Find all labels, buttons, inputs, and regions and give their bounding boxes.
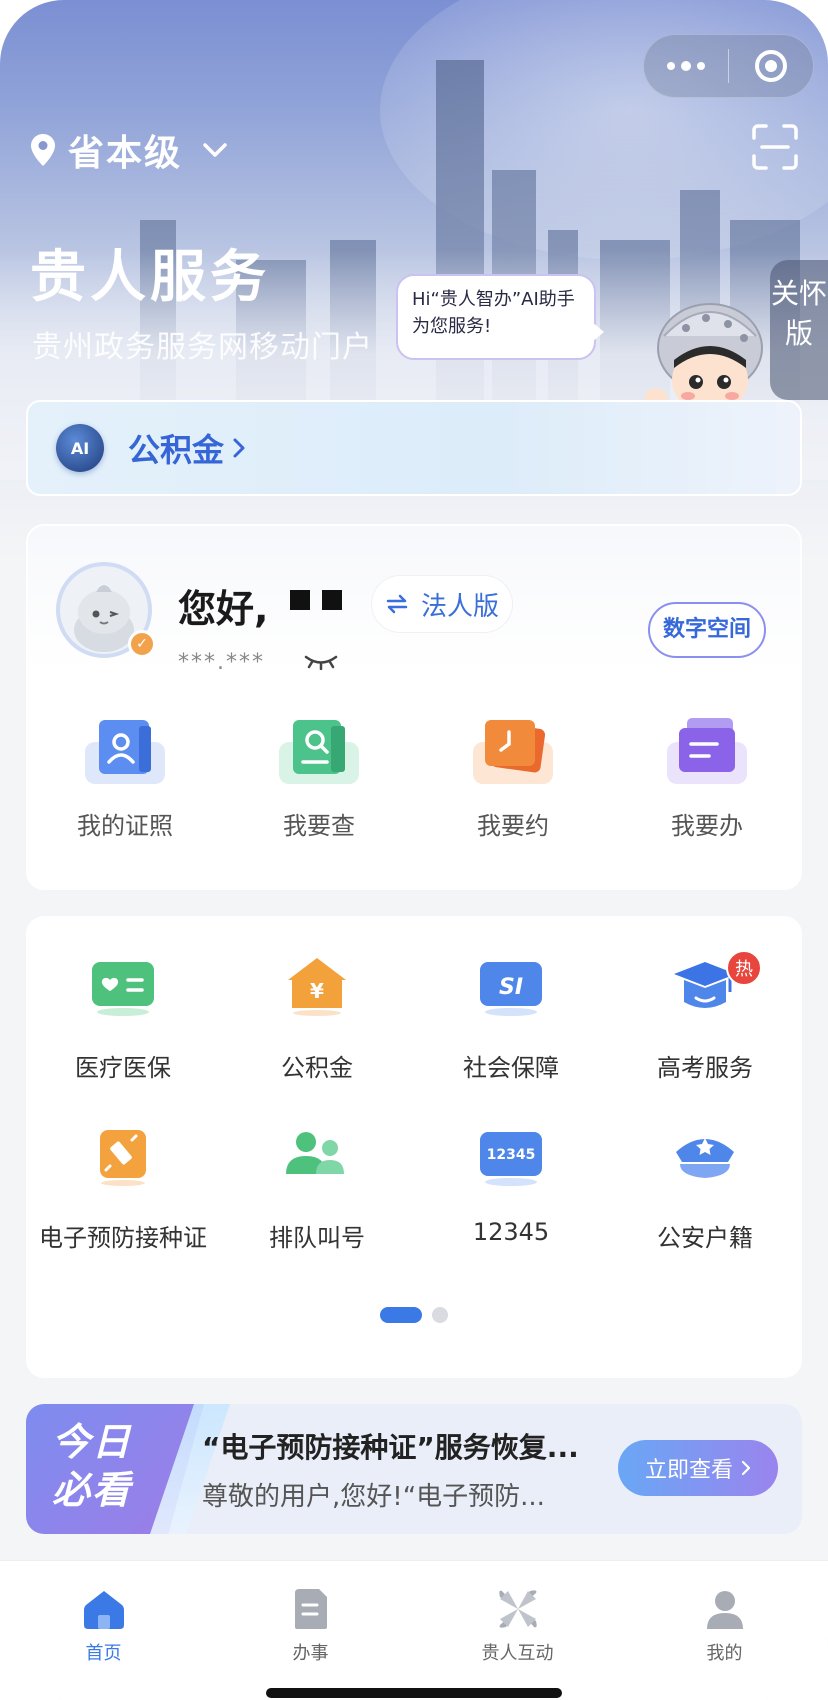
queue-people-icon [286, 1132, 344, 1174]
house-yuan-icon: ¥ [288, 958, 346, 1016]
today-must-read-banner[interactable]: 今日必看 “电子预防接种证”服务恢复... 尊敬的用户,您好!“电子预防... … [26, 1404, 802, 1534]
chevron-right-icon [233, 438, 245, 458]
service-vaccination-certificate[interactable]: 电子预防接种证 [26, 1126, 220, 1296]
services-grid: 医疗医保 ¥ 公积金 SI 社会保障 热 高考服务 电子预防接种证 排队叫号 1… [26, 950, 802, 1296]
service-label: 电子预防接种证 [39, 1224, 207, 1252]
police-cap-icon [676, 1138, 734, 1178]
verified-badge-icon: ✓ [128, 630, 156, 658]
location-label: 省本级 [68, 133, 183, 174]
tab-label: 首页 [85, 1643, 122, 1664]
location-selector[interactable]: 省本级 [30, 124, 228, 176]
service-housing-fund[interactable]: ¥ 公积金 [220, 956, 414, 1126]
care-mode-toggle[interactable]: 关怀版 [770, 260, 828, 400]
service-label: 医疗医保 [75, 1054, 171, 1082]
svg-text:¥: ¥ [310, 979, 324, 1003]
service-label: 排队叫号 [269, 1224, 365, 1252]
page-dot [432, 1307, 448, 1323]
ai-assistant-bar[interactable]: AI 公积金 [26, 400, 802, 496]
home-indicator[interactable] [266, 1688, 562, 1698]
si-card-icon: SI [480, 962, 542, 1016]
service-label: 高考服务 [657, 1054, 753, 1082]
close-target-icon[interactable] [729, 50, 813, 82]
service-medical-insurance[interactable]: 医疗医保 [26, 956, 220, 1126]
service-label: 公安户籍 [657, 1224, 753, 1252]
masked-id: ***.*** [178, 650, 265, 675]
hero-banner: 省本级 贵人服务 贵州政务服务网移动门户 Hi“贵人智办”AI助手为您服务! 关… [0, 0, 828, 560]
brand-title: 贵人服务 [30, 244, 270, 310]
folder-icon [667, 718, 747, 784]
tab-label: 我的 [706, 1643, 743, 1664]
service-gaokao[interactable]: 热 高考服务 [608, 950, 802, 1126]
page-indicator[interactable] [380, 1307, 448, 1323]
user-card: ✓ 您好, 法人版 ***.*** 数字空间 我的证照 我要查 我要约 我要办 [26, 524, 802, 890]
tab-home[interactable]: 首页 [0, 1561, 207, 1700]
tab-interaction[interactable]: 贵人互动 [414, 1561, 621, 1700]
medical-card-icon [92, 962, 154, 1016]
quick-action-my-licenses[interactable]: 我的证照 [28, 716, 222, 866]
vaccine-icon [100, 1130, 146, 1186]
service-label: 社会保障 [463, 1054, 559, 1082]
assistant-bubble[interactable]: Hi“贵人智办”AI助手为您服务! [396, 274, 604, 360]
ai-robot-icon: AI [56, 424, 104, 472]
swap-icon [386, 594, 408, 614]
hot-badge: 热 [726, 950, 762, 986]
more-menu-icon[interactable] [644, 60, 728, 71]
person-icon [706, 1591, 743, 1629]
view-now-button[interactable]: 立即查看 [618, 1440, 778, 1496]
services-card: 医疗医保 ¥ 公积金 SI 社会保障 热 高考服务 电子预防接种证 排队叫号 1… [26, 916, 802, 1378]
service-queue-number[interactable]: 排队叫号 [220, 1126, 414, 1296]
eye-closed-icon[interactable] [304, 654, 338, 670]
chevron-right-icon [741, 1460, 751, 1476]
phone-screen: 省本级 贵人服务 贵州政务服务网移动门户 Hi“贵人智办”AI助手为您服务! 关… [0, 0, 828, 1700]
home-icon [83, 1591, 124, 1629]
tab-label: 贵人互动 [481, 1643, 554, 1664]
digital-space-button[interactable]: 数字空间 [648, 602, 766, 658]
tab-label: 办事 [292, 1643, 329, 1664]
service-label: 12345 [472, 1218, 550, 1246]
masked-username [290, 590, 342, 610]
id-card-icon [85, 720, 165, 784]
switch-legal-label: 法人版 [420, 591, 499, 622]
service-social-security[interactable]: SI 社会保障 [414, 956, 608, 1126]
quick-actions: 我的证照 我要查 我要约 我要办 [28, 716, 804, 866]
quick-action-label: 我要办 [671, 812, 743, 840]
service-hotline-12345[interactable]: 12345 12345 [414, 1126, 608, 1296]
clock-icon [473, 720, 553, 784]
hotline-12345-icon: 12345 [480, 1132, 542, 1186]
today-headline: “电子预防接种证”服务恢复... [202, 1431, 579, 1464]
quick-action-label: 我要查 [283, 812, 355, 840]
ai-topic-label: 公积金 [128, 431, 225, 469]
service-public-security[interactable]: 公安户籍 [608, 1126, 802, 1296]
tab-mine[interactable]: 我的 [621, 1561, 828, 1700]
scan-icon[interactable] [752, 124, 798, 170]
quick-action-label: 我的证照 [77, 812, 173, 840]
location-pin-icon [31, 134, 55, 166]
view-now-label: 立即查看 [644, 1458, 733, 1483]
quick-action-apply[interactable]: 我要办 [610, 716, 804, 866]
hotline-icon-text: 12345 [487, 1147, 536, 1163]
tab-services[interactable]: 办事 [207, 1561, 414, 1700]
greeting-text: 您好, [178, 587, 269, 631]
mini-program-capsule [643, 34, 814, 98]
page-dot-active [380, 1307, 422, 1323]
today-tag-label: 今日必看 [52, 1420, 133, 1512]
pinwheel-icon [498, 1590, 537, 1628]
quick-action-appointment[interactable]: 我要约 [416, 716, 610, 866]
svg-text:SI: SI [499, 975, 523, 1000]
quick-action-label: 我要约 [477, 812, 549, 840]
switch-legal-button[interactable]: 法人版 [372, 576, 512, 632]
search-doc-icon [279, 720, 359, 784]
brand-subtitle: 贵州政务服务网移动门户 [32, 330, 373, 365]
document-icon [294, 1589, 327, 1629]
today-description: 尊敬的用户,您好!“电子预防... [202, 1482, 545, 1512]
bottom-tab-bar: 首页 办事 贵人互动 我的 [0, 1560, 828, 1700]
chevron-down-icon [203, 143, 227, 157]
quick-action-query[interactable]: 我要查 [222, 716, 416, 866]
service-label: 公积金 [281, 1054, 353, 1082]
